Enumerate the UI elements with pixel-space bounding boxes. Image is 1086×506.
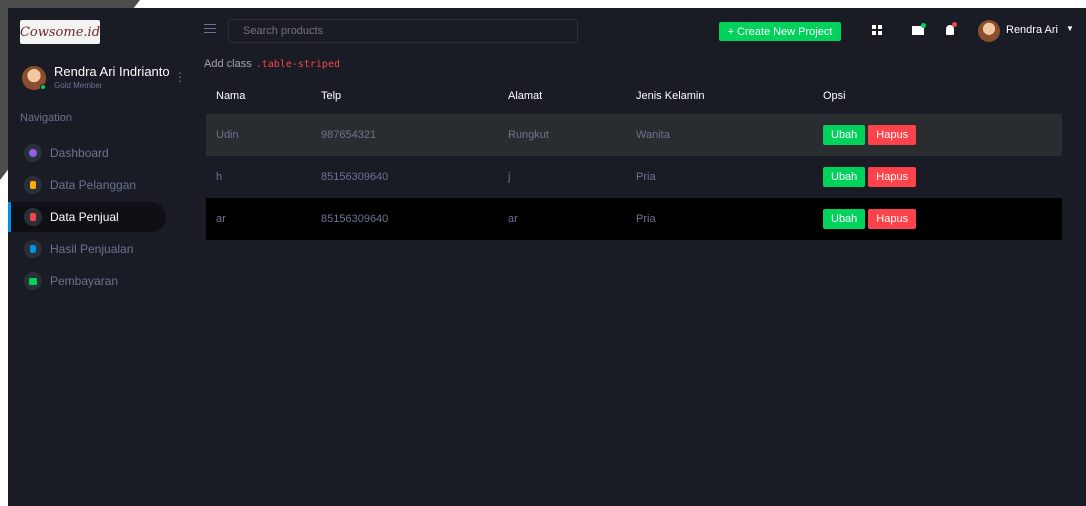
description-text: Add class [204,58,252,70]
penjual-table: Nama Telp Alamat Jenis Kelamin Opsi Udin… [206,78,1062,240]
sidebar-item-label: Data Pelanggan [50,178,137,192]
edit-button[interactable]: Ubah [823,167,866,187]
online-status-dot [40,84,46,90]
profile-name: Rendra Ari Indrianto [54,64,170,79]
column-header-alamat: Alamat [508,90,543,102]
speedometer-icon [24,144,42,162]
delete-button[interactable]: Hapus [868,209,917,229]
cell-nama: ar [206,198,311,240]
table-row: ar 85156309640 ar Pria Ubah Hapus [206,198,1062,240]
cell-telp: 987654321 [311,114,498,156]
cell-opsi: Ubah Hapus [813,156,1062,198]
sidebar-item-hasil-penjualan[interactable]: Hasil Penjualan [8,234,166,264]
cell-alamat: j [498,156,626,198]
cell-telp: 85156309640 [311,198,498,240]
nav-section-title: Navigation [20,112,72,124]
sidebar-item-label: Pembayaran [50,274,119,288]
database-icon [24,208,42,226]
user-avatar[interactable] [978,20,1000,42]
description-code: .table-striped [255,59,340,70]
user-name[interactable]: Rendra Ari [1006,24,1058,36]
bell-icon[interactable] [942,22,958,38]
brand-logo-text: Cowsome.id [19,24,101,40]
table-icon [24,272,42,290]
brand-logo[interactable]: Cowsome.id [20,20,100,44]
table-header-row: Nama Telp Alamat Jenis Kelamin Opsi [206,78,1062,114]
edit-button[interactable]: Ubah [823,125,866,145]
sidebar-item-pembayaran[interactable]: Pembayaran [8,266,166,296]
sidebar-item-data-penjual[interactable]: Data Penjual [8,202,166,232]
main-content: Add class .table-striped Nama Telp Alamat… [198,54,1086,506]
cell-alamat: ar [498,198,626,240]
cell-alamat: Rungkut [498,114,626,156]
sidebar-item-label: Hasil Penjualan [50,242,134,256]
database-icon [24,176,42,194]
chevron-down-icon[interactable]: ▼ [1066,24,1074,33]
cell-nama: Udin [206,114,311,156]
table-description: Add class .table-striped [204,58,340,70]
edit-button[interactable]: Ubah [823,209,866,229]
sidebar-profile: Rendra Ari Indrianto Gold Member ⋮ [20,64,190,98]
cell-jenis-kelamin: Wanita [626,114,813,156]
menu-toggle-icon[interactable] [204,24,216,34]
cell-telp: 85156309640 [311,156,498,198]
column-header-telp: Telp [321,90,342,102]
sidebar-item-dashboard[interactable]: Dashboard [8,138,166,168]
column-header-jenis-kelamin: Jenis Kelamin [636,90,705,102]
sidebar: Cowsome.id Rendra Ari Indrianto Gold Mem… [8,8,198,506]
cell-opsi: Ubah Hapus [813,114,1062,156]
column-header-nama: Nama [216,90,246,102]
apps-grid-icon[interactable] [869,22,885,38]
column-header-opsi: Opsi [823,90,846,102]
profile-role: Gold Member [54,81,103,90]
create-new-project-button[interactable]: + Create New Project [719,22,841,41]
cell-jenis-kelamin: Pria [626,198,813,240]
cell-jenis-kelamin: Pria [626,156,813,198]
sidebar-item-label: Dashboard [50,146,109,160]
delete-button[interactable]: Hapus [868,167,917,187]
app-window: Cowsome.id Rendra Ari Indrianto Gold Mem… [8,8,1086,506]
table-row: Udin 987654321 Rungkut Wanita Ubah Hapus [206,114,1062,156]
table-row: h 85156309640 j Pria Ubah Hapus [206,156,1062,198]
search-input[interactable] [228,19,578,43]
cell-opsi: Ubah Hapus [813,198,1062,240]
cell-nama: h [206,156,311,198]
database-icon [24,240,42,258]
topbar: + Create New Project Rendra Ari ▼ [198,8,1086,54]
sidebar-item-data-pelanggan[interactable]: Data Pelanggan [8,170,166,200]
sidebar-item-label: Data Penjual [50,210,119,224]
delete-button[interactable]: Hapus [868,125,917,145]
profile-menu-icon[interactable]: ⋮ [174,70,186,84]
mail-icon[interactable] [910,22,926,38]
